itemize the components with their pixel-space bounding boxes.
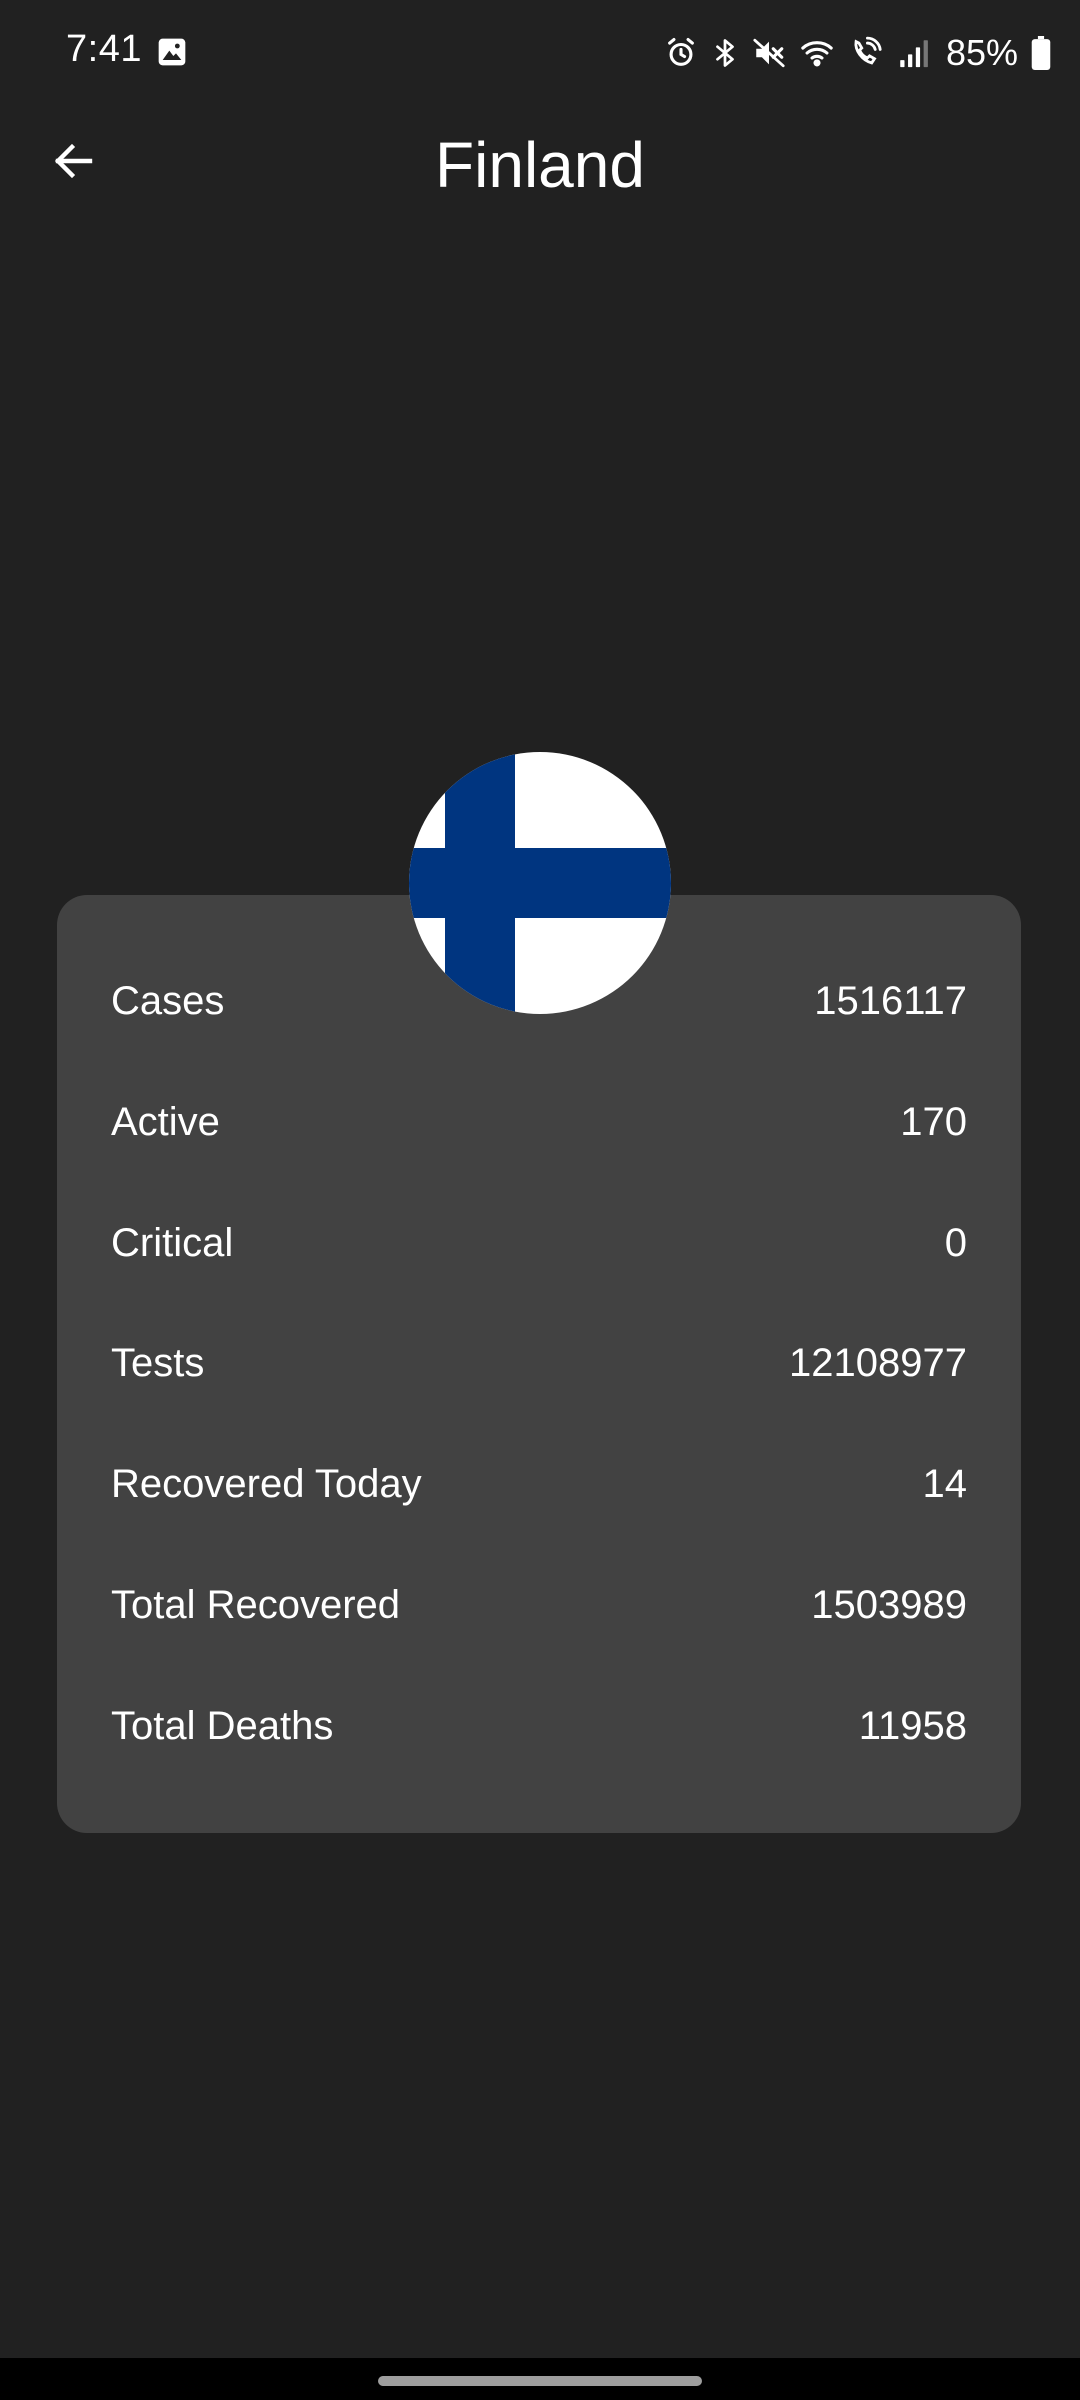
stats-card: Cases 1516117 Active 170 Critical 0 Test… <box>57 895 1021 1833</box>
stat-value: 14 <box>922 1461 968 1506</box>
country-flag <box>409 752 671 1014</box>
stat-label: Total Deaths <box>111 1703 334 1748</box>
battery-icon <box>1030 36 1052 70</box>
stat-label: Critical <box>111 1220 234 1265</box>
stat-row-total-deaths: Total Deaths 11958 <box>111 1696 967 1756</box>
stat-label: Active <box>111 1099 220 1144</box>
status-bar: 7:41 85% <box>0 0 1080 100</box>
alarm-icon <box>664 36 698 70</box>
stat-value: 1503989 <box>811 1582 967 1627</box>
stat-row-critical: Critical 0 <box>111 1213 967 1273</box>
stat-value: 170 <box>900 1099 967 1144</box>
wifi-calling-icon <box>848 36 884 70</box>
status-time: 7:41 <box>66 28 142 70</box>
signal-icon <box>896 36 930 70</box>
bluetooth-icon <box>710 36 740 70</box>
stat-row-tests: Tests 12108977 <box>111 1333 967 1393</box>
status-icons: 85% <box>664 28 1052 78</box>
stat-value: 1516117 <box>814 978 967 1023</box>
mute-icon <box>752 36 786 70</box>
stat-row-total-recovered: Total Recovered 1503989 <box>111 1575 967 1635</box>
stat-label: Recovered Today <box>111 1461 422 1506</box>
page-title: Finland <box>435 129 645 201</box>
stat-value: 12108977 <box>789 1340 967 1385</box>
navigation-bar <box>0 2358 1080 2400</box>
gallery-icon <box>156 36 188 68</box>
stat-value: 11958 <box>858 1703 967 1748</box>
home-gesture-handle[interactable] <box>378 2376 702 2386</box>
app-bar: Finland <box>0 100 1080 230</box>
stat-value: 0 <box>944 1220 967 1265</box>
wifi-icon <box>798 36 836 70</box>
stat-row-recovered-today: Recovered Today 14 <box>111 1454 967 1514</box>
stat-row-active: Active 170 <box>111 1092 967 1152</box>
stat-label: Total Recovered <box>111 1582 401 1627</box>
battery-percentage: 85% <box>945 32 1018 73</box>
flag-cross-horizontal <box>409 848 671 918</box>
stat-label: Tests <box>111 1340 205 1385</box>
stat-label: Cases <box>111 978 225 1023</box>
